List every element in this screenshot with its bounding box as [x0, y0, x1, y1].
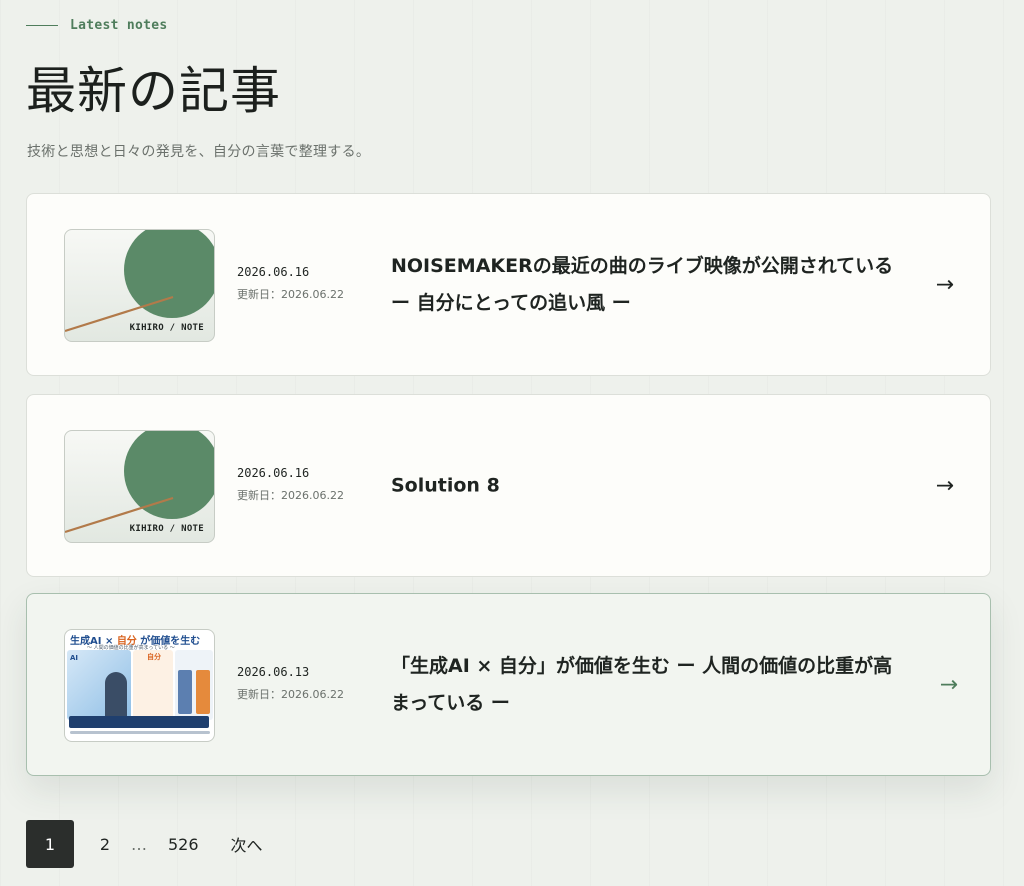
arrow-right-icon[interactable]: →	[936, 473, 954, 498]
post-card[interactable]: KIHIRO / NOTE 2026.06.16 更新日：2026.06.22 …	[26, 394, 991, 577]
eyebrow-text: Latest notes	[70, 18, 168, 33]
infographic-self-label: 自分	[147, 653, 161, 661]
eyebrow-line	[26, 25, 58, 26]
infographic-footer	[70, 731, 210, 734]
post-updated-date: 更新日：2026.06.22	[237, 288, 344, 301]
post-dates: 2026.06.16 更新日：2026.06.22	[237, 466, 344, 503]
pagination-next-button[interactable]: 次へ	[231, 820, 263, 868]
section-eyebrow: Latest notes	[26, 18, 168, 33]
page-title: 最新の記事	[26, 62, 281, 120]
pagination-ellipsis: …	[131, 834, 147, 854]
arrow-right-icon[interactable]: →	[936, 272, 954, 297]
post-date: 2026.06.13	[237, 665, 310, 679]
post-thumbnail[interactable]: KIHIRO / NOTE	[64, 430, 215, 543]
post-dates: 2026.06.13 更新日：2026.06.22	[237, 665, 344, 702]
arrow-right-icon[interactable]: →	[940, 672, 958, 697]
thumbnail-label: KIHIRO / NOTE	[129, 323, 204, 333]
post-title[interactable]: 「生成AI × 自分」が価値を生む ー 人間の価値の比重が高まっている ー	[391, 648, 901, 722]
pagination-last-page[interactable]: 526	[160, 820, 207, 868]
post-date: 2026.06.16	[237, 265, 310, 279]
pagination-page-2[interactable]: 2	[88, 820, 122, 868]
thumbnail-label: KIHIRO / NOTE	[129, 524, 204, 534]
post-dates: 2026.06.16 更新日：2026.06.22	[237, 265, 344, 302]
post-card[interactable]: KIHIRO / NOTE 2026.06.16 更新日：2026.06.22 …	[26, 193, 991, 376]
infographic-bar	[196, 670, 210, 714]
post-thumbnail[interactable]: KIHIRO / NOTE	[64, 229, 215, 342]
post-title[interactable]: Solution 8	[391, 467, 901, 504]
post-list: KIHIRO / NOTE 2026.06.16 更新日：2026.06.22 …	[26, 193, 991, 794]
infographic-ai-label: AI	[70, 654, 79, 662]
post-date: 2026.06.16	[237, 466, 310, 480]
infographic-bar	[178, 670, 192, 714]
pagination: 1 2 … 526 次へ	[26, 820, 263, 868]
post-updated-date: 更新日：2026.06.22	[237, 688, 344, 701]
post-updated-date: 更新日：2026.06.22	[237, 489, 344, 502]
infographic-person	[105, 672, 127, 718]
post-title[interactable]: NOISEMAKERの最近の曲のライブ映像が公開されている ー 自分にとっての追…	[391, 248, 901, 322]
infographic-banner	[69, 716, 209, 728]
post-thumbnail[interactable]: 生成AI × 自分 が価値を生む 〜 人間の価値の比重が高まっている 〜 AI …	[64, 629, 215, 742]
page-subtitle: 技術と思想と日々の発見を、自分の言葉で整理する。	[27, 144, 371, 160]
post-card[interactable]: 生成AI × 自分 が価値を生む 〜 人間の価値の比重が高まっている 〜 AI …	[26, 593, 991, 776]
pagination-current-page[interactable]: 1	[26, 820, 74, 868]
